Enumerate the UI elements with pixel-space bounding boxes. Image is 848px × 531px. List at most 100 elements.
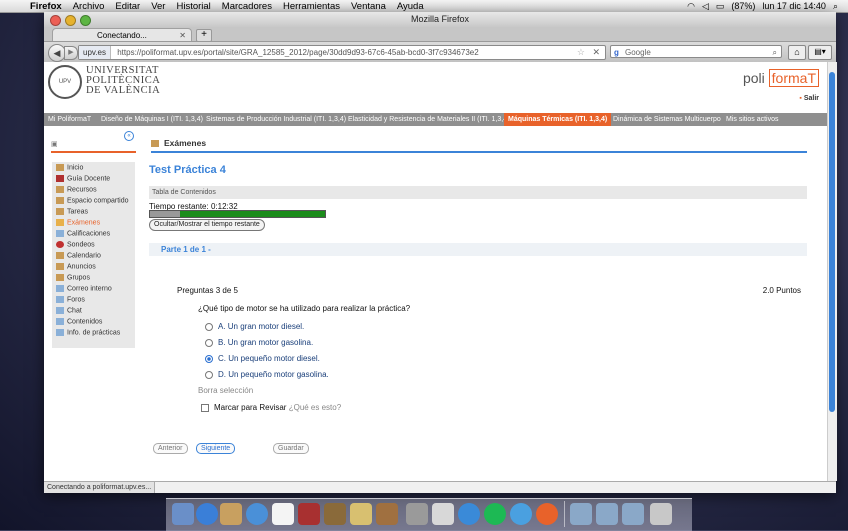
home-button[interactable]: ⌂ xyxy=(788,45,806,60)
radio-b[interactable] xyxy=(205,338,213,347)
search-input[interactable]: g Google ⌕ xyxy=(610,45,782,58)
test-title: Test Práctica 4 xyxy=(149,164,226,176)
tool-item-calificaciones[interactable]: Calificaciones xyxy=(56,230,110,237)
answer-option-a[interactable]: A. Un gran motor diesel. xyxy=(205,322,304,331)
battery-percent[interactable]: (87%) xyxy=(731,1,755,11)
calendar-app-icon[interactable] xyxy=(272,503,294,525)
tool-item-correo-interno[interactable]: Correo interno xyxy=(56,285,112,292)
close-tab-icon[interactable]: ✕ xyxy=(179,29,186,42)
exam-icon xyxy=(56,219,64,226)
tool-item-info-practicas[interactable]: Info. de prácticas xyxy=(56,329,120,336)
tool-item-tareas[interactable]: Tareas xyxy=(56,208,88,215)
site-identity-badge[interactable]: upv.es xyxy=(79,46,111,59)
menu-herramientas[interactable]: Herramientas xyxy=(283,1,340,12)
menu-toggle-icon[interactable]: ▣ xyxy=(51,141,58,148)
site-tab-dinamica-sistemas[interactable]: Dinámica de Sistemas Multicuerpo xyxy=(613,113,721,126)
bookmarks-menu-button[interactable]: ▤▾ xyxy=(808,45,832,60)
site-tab-elasticidad[interactable]: Elasticidad y Resistencia de Materiales … xyxy=(348,113,509,126)
site-tab-mis-sitios[interactable]: Mis sitios activos xyxy=(726,113,779,126)
zoom-window-button[interactable] xyxy=(80,15,91,26)
answer-option-c[interactable]: C. Un pequeño motor diesel. xyxy=(205,354,320,363)
site-tab-mi-poliformat[interactable]: Mi PoliformaT xyxy=(48,113,91,126)
imovie-icon[interactable] xyxy=(350,503,372,525)
search-icon[interactable]: ⌕ xyxy=(773,46,777,59)
vertical-scrollbar[interactable] xyxy=(827,62,837,481)
toggle-time-button[interactable]: Ocultar/Mostrar el tiempo restante xyxy=(149,219,265,231)
site-tab-maquinas-termicas[interactable]: Máquinas Térmicas (ITI. 1,3,4) xyxy=(504,113,612,126)
tool-item-contenidos[interactable]: Contenidos xyxy=(56,318,102,325)
review-checkbox[interactable] xyxy=(201,403,209,412)
previous-button[interactable]: Anterior xyxy=(153,443,188,454)
close-window-button[interactable] xyxy=(50,15,61,26)
tool-item-chat[interactable]: Chat xyxy=(56,307,82,314)
tab-active[interactable]: Conectando... ✕ xyxy=(52,28,192,41)
radio-d[interactable] xyxy=(205,370,213,379)
tool-item-espacio-compartido[interactable]: Espacio compartido xyxy=(56,197,128,204)
tool-item-anuncios[interactable]: Anuncios xyxy=(56,263,96,270)
site-tab-sistemas-produccion[interactable]: Sistemas de Producción Industrial (ITI. … xyxy=(206,113,346,126)
messages-icon[interactable] xyxy=(510,503,532,525)
new-tab-button[interactable]: + xyxy=(196,29,212,42)
site-header: UPV UNIVERSITAT POLITÈCNICA DE VALÈNCIA … xyxy=(44,62,827,110)
menu-ayuda[interactable]: Ayuda xyxy=(397,1,424,12)
utilities-icon[interactable] xyxy=(432,503,454,525)
menu-historial[interactable]: Historial xyxy=(176,1,210,12)
photo-booth-icon[interactable] xyxy=(298,503,320,525)
iphoto-icon[interactable] xyxy=(324,503,346,525)
bookmark-star-icon[interactable]: ☆ xyxy=(577,46,585,59)
tool-item-recursos[interactable]: Recursos xyxy=(56,186,97,193)
tool-item-foros[interactable]: Foros xyxy=(56,296,85,303)
tool-item-guia-docente[interactable]: Guía Docente xyxy=(56,175,110,182)
tool-item-grupos[interactable]: Grupos xyxy=(56,274,90,281)
tool-item-sondeos[interactable]: Sondeos xyxy=(56,241,95,248)
answer-option-d[interactable]: D. Un pequeño motor gasolina. xyxy=(205,370,329,379)
battery-icon[interactable]: ▭ xyxy=(716,1,725,12)
system-preferences-icon[interactable] xyxy=(406,503,428,525)
site-tab-diseno-maquinas[interactable]: Diseño de Máquinas I (ITI. 1,3,4) xyxy=(101,113,203,126)
finder-icon[interactable] xyxy=(172,503,194,525)
radio-c[interactable] xyxy=(205,354,213,363)
safari-icon[interactable] xyxy=(246,503,268,525)
menu-archivo[interactable]: Archivo xyxy=(73,1,105,12)
app-store-icon[interactable] xyxy=(196,503,218,525)
minimize-window-button[interactable] xyxy=(65,15,76,26)
volume-icon[interactable]: ◁ xyxy=(702,1,709,12)
tool-header: Exámenes xyxy=(151,138,807,153)
itunes-icon[interactable] xyxy=(458,503,480,525)
firefox-icon[interactable] xyxy=(536,503,558,525)
clear-selection-link[interactable]: Borra selección xyxy=(198,386,253,395)
poll-icon xyxy=(56,241,64,248)
garageband-icon[interactable] xyxy=(376,503,398,525)
review-help-link[interactable]: ¿Qué es esto? xyxy=(289,403,341,412)
trash-icon[interactable] xyxy=(650,503,672,525)
save-button[interactable]: Guardar xyxy=(273,443,309,454)
next-button[interactable]: Siguiente xyxy=(196,443,236,454)
scrollbar-thumb[interactable] xyxy=(829,72,835,412)
table-of-contents-link[interactable]: Tabla de Contenidos xyxy=(149,186,807,199)
tool-item-inicio[interactable]: Inicio xyxy=(56,164,83,171)
tool-menu: Inicio Guía Docente Recursos Espacio com… xyxy=(52,162,135,348)
menu-ver[interactable]: Ver xyxy=(151,1,165,12)
menu-ventana[interactable]: Ventana xyxy=(351,1,386,12)
menu-firefox[interactable]: Firefox xyxy=(30,1,62,12)
spotify-icon[interactable] xyxy=(484,503,506,525)
logout-link[interactable]: ▪ Salir xyxy=(799,95,819,102)
applications-folder-icon[interactable] xyxy=(570,503,592,525)
forward-button[interactable]: ▶ xyxy=(64,46,78,60)
clock[interactable]: lun 17 dic 14:40 xyxy=(762,1,826,11)
tool-item-calendario[interactable]: Calendario xyxy=(56,252,101,259)
spotlight-icon[interactable]: ⌕ xyxy=(833,1,838,12)
menu-marcadores[interactable]: Marcadores xyxy=(222,1,272,12)
answer-option-b[interactable]: B. Un gran motor gasolina. xyxy=(205,338,313,347)
url-bar[interactable]: upv.es https://poliformat.upv.es/portal/… xyxy=(78,45,606,60)
mail-app-icon[interactable] xyxy=(220,503,242,525)
stop-icon[interactable]: ✕ xyxy=(592,46,600,59)
timer-elapsed-fill xyxy=(150,211,180,217)
menu-editar[interactable]: Editar xyxy=(115,1,140,12)
radio-a[interactable] xyxy=(205,322,213,331)
documents-folder-icon[interactable] xyxy=(596,503,618,525)
poliformat-logo[interactable]: poli formaT xyxy=(743,69,819,87)
downloads-folder-icon[interactable] xyxy=(622,503,644,525)
tool-item-examenes[interactable]: Exámenes xyxy=(56,219,100,226)
wifi-icon[interactable]: ◠ xyxy=(687,1,695,12)
